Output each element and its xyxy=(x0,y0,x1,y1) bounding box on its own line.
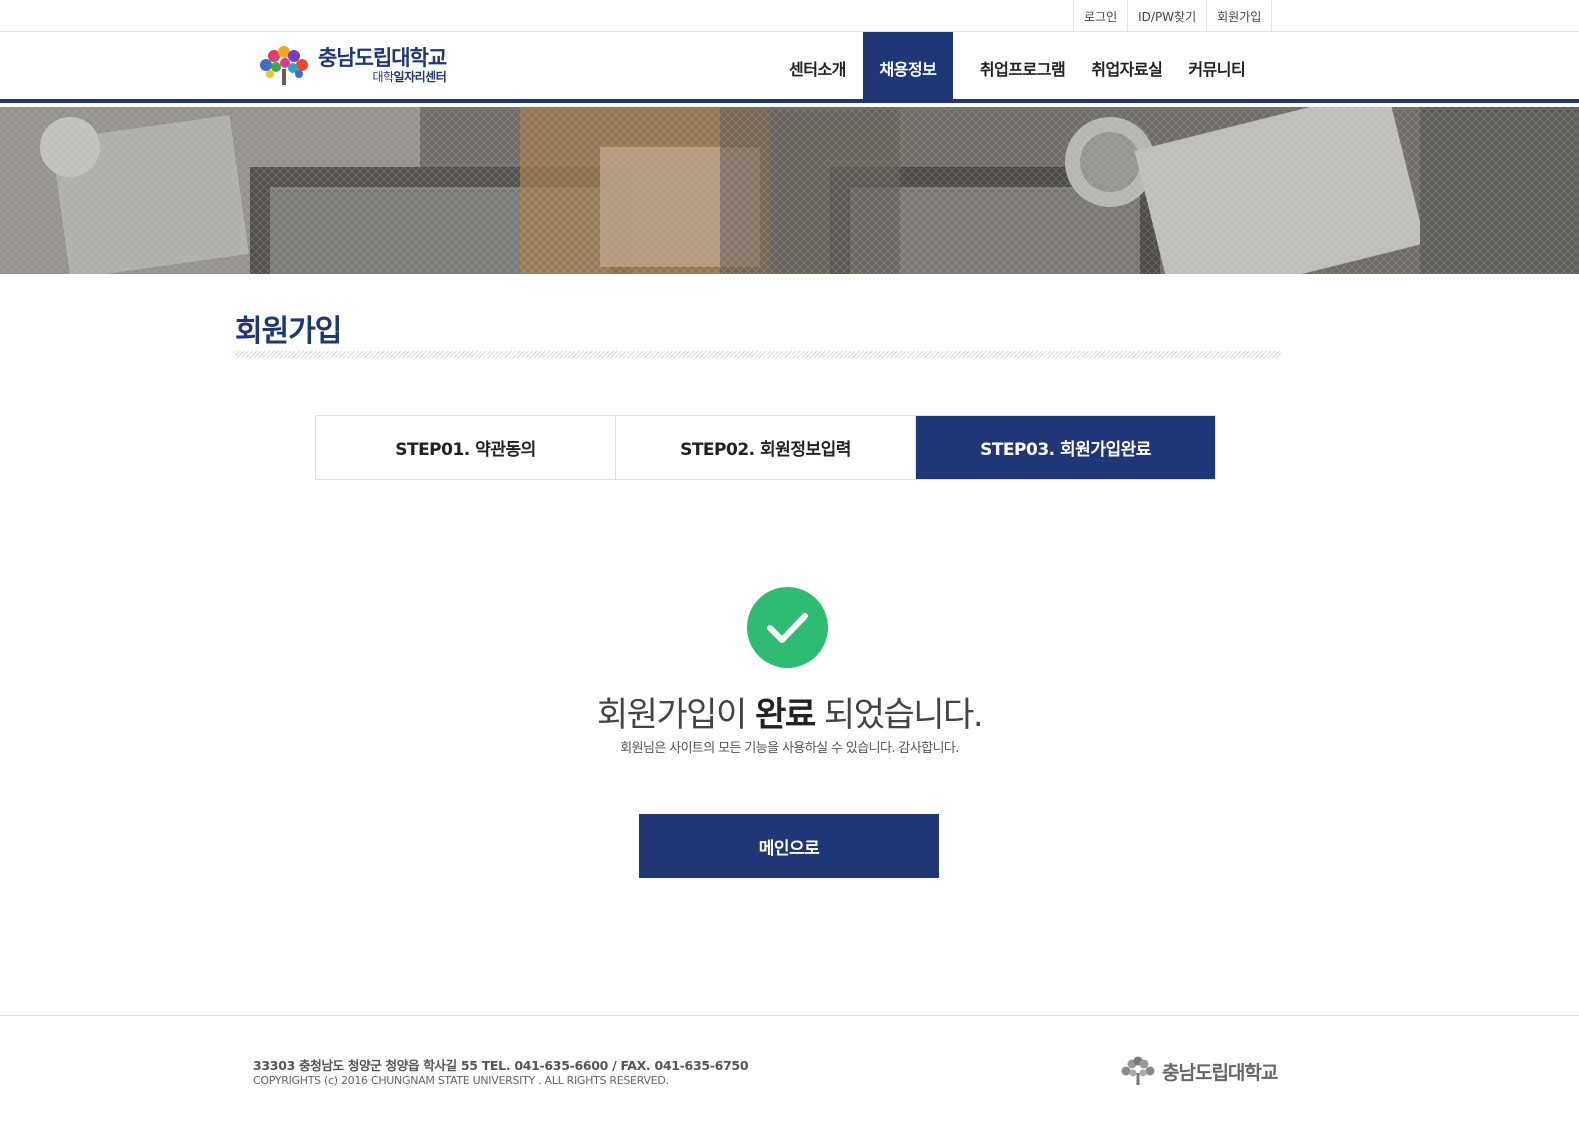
success-badge xyxy=(747,587,828,668)
sub-visual-banner xyxy=(0,107,1579,274)
footer-tree-logo-icon xyxy=(1121,1056,1155,1085)
title-divider xyxy=(235,351,1281,358)
check-icon xyxy=(767,613,808,643)
page-title: 회원가입 xyxy=(235,314,342,349)
footer-copyright: COPYRIGHTS (c) 2016 CHUNGNAM STATE UNIVE… xyxy=(253,1074,669,1087)
footer-logo[interactable]: 충남도립대학교 xyxy=(1118,1056,1278,1086)
banner-image xyxy=(0,107,1579,274)
nav-employment-program[interactable]: 취업프로그램 xyxy=(967,32,1078,103)
completion-title-after: 되었습니다. xyxy=(814,695,984,735)
nav-resource-room[interactable]: 취업자료실 xyxy=(1078,32,1175,103)
completion-title: 회원가입이 완료 되었습니다. xyxy=(0,687,1579,736)
site-header: 충남도립대학교 대학일자리센터 센터소개 채용정보 취업프로그램 취업자료실 커… xyxy=(0,32,1579,103)
site-footer: 33303 충청남도 청양군 청양읍 학사길 55 TEL. 041-635-6… xyxy=(0,1015,1579,1138)
main-navigation: 센터소개 채용정보 취업프로그램 취업자료실 커뮤니티 xyxy=(776,32,1258,103)
login-link[interactable]: 로그인 xyxy=(1074,0,1129,32)
step-member-info: STEP02. 회원정보입력 xyxy=(616,416,916,479)
nav-community[interactable]: 커뮤니티 xyxy=(1175,32,1258,103)
signup-steps: STEP01. 약관동의 STEP02. 회원정보입력 STEP03. 회원가입… xyxy=(315,415,1216,480)
logo-sub-prefix: 대학 xyxy=(372,70,394,84)
nav-center-intro[interactable]: 센터소개 xyxy=(776,32,859,103)
completion-subtitle: 회원님은 사이트의 모든 기능을 사용하실 수 있습니다. 감사합니다. xyxy=(620,741,959,756)
utility-links: 로그인 ID/PW찾기 회원가입 xyxy=(1073,0,1273,32)
site-logo[interactable]: 충남도립대학교 대학일자리센터 xyxy=(254,43,447,87)
logo-sub-emphasis: 일자리센터 xyxy=(393,70,447,84)
nav-job-info[interactable]: 채용정보 xyxy=(862,32,953,103)
step-complete: STEP03. 회원가입완료 xyxy=(916,416,1215,479)
utility-bar: 로그인 ID/PW찾기 회원가입 xyxy=(0,0,1579,32)
step-terms: STEP01. 약관동의 xyxy=(316,416,616,479)
logo-university-name: 충남도립대학교 xyxy=(318,46,447,70)
find-id-pw-link[interactable]: ID/PW찾기 xyxy=(1128,0,1208,32)
completion-title-before: 회원가입이 xyxy=(596,695,756,735)
logo-center-name: 대학일자리센터 xyxy=(318,70,446,84)
footer-address: 33303 충청남도 청양군 청양읍 학사길 55 TEL. 041-635-6… xyxy=(253,1058,749,1073)
logo-text: 충남도립대학교 대학일자리센터 xyxy=(318,46,447,84)
go-main-button[interactable]: 메인으로 xyxy=(639,814,939,878)
footer-logo-text: 충남도립대학교 xyxy=(1162,1061,1278,1084)
completion-title-emphasis: 완료 xyxy=(755,695,816,735)
tree-logo-icon xyxy=(260,46,308,85)
signup-link[interactable]: 회원가입 xyxy=(1207,0,1273,32)
